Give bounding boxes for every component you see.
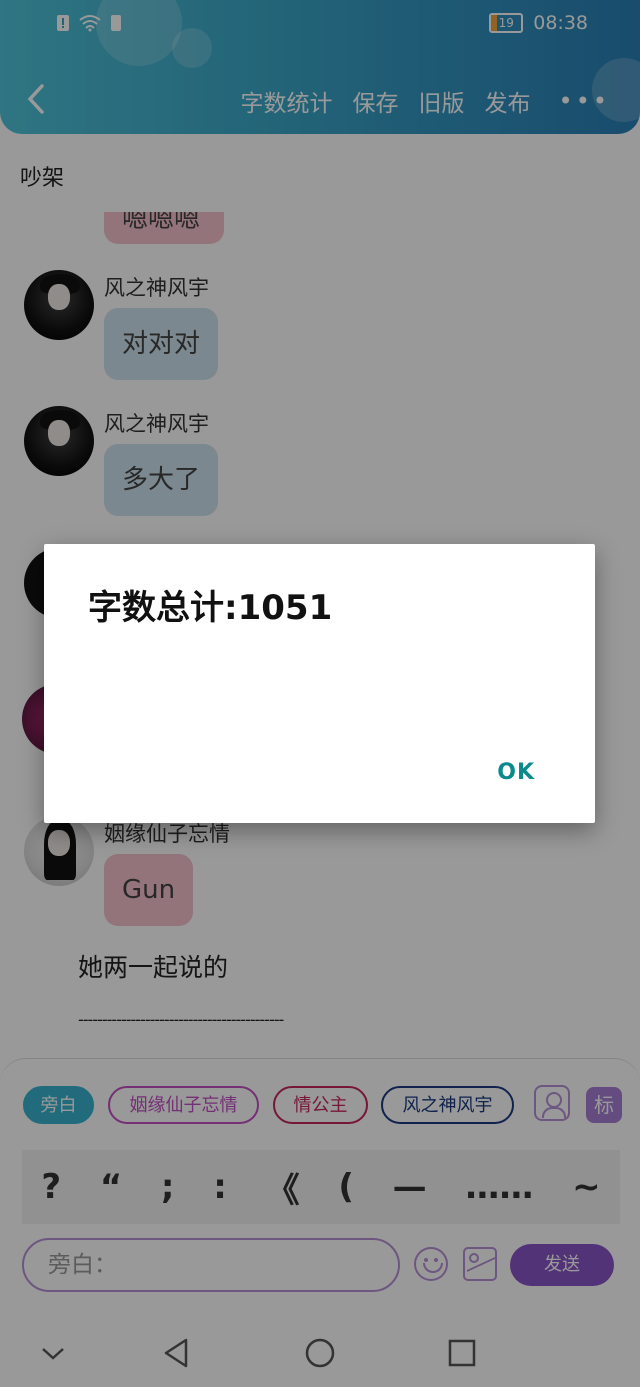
word-count-dialog: 字数总计:1051 OK (44, 544, 595, 823)
dialog-message: 字数总计:1051 (88, 588, 333, 628)
ok-button[interactable]: OK (497, 760, 535, 785)
